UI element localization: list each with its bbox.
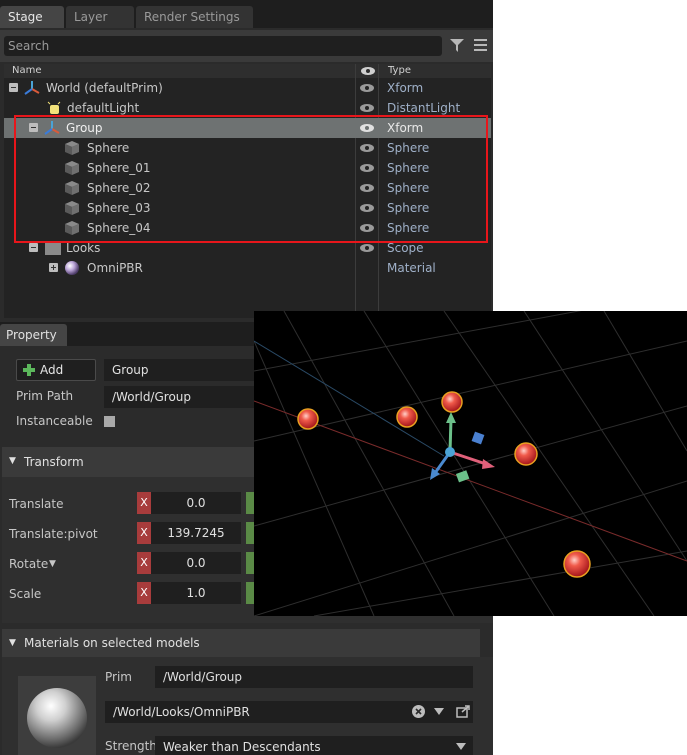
material-preview-thumbnail: [18, 676, 96, 755]
name-column-header[interactable]: Name: [12, 65, 42, 76]
viewport-scene: [253, 290, 687, 617]
tree-item-label: OmniPBR: [87, 261, 143, 275]
x-axis-badge: X: [137, 522, 151, 544]
transform-gizmo[interactable]: [430, 412, 495, 483]
folder-icon: [45, 241, 61, 255]
sphere[interactable]: [396, 406, 418, 428]
material-sphere-icon: [65, 261, 79, 275]
translate-pivot-label: Translate:pivot: [9, 527, 98, 541]
visibility-column-eye-icon[interactable]: [361, 67, 375, 75]
eye-icon[interactable]: [360, 244, 374, 252]
x-axis-badge: X: [137, 582, 151, 604]
rotate-x-field[interactable]: 0.0: [151, 552, 241, 574]
tab-layer[interactable]: Layer: [66, 6, 134, 28]
translate-pivot-x-field[interactable]: 139.7245: [151, 522, 241, 544]
tab-bar: Stage Layer Render Settings: [0, 0, 493, 28]
tab-property[interactable]: Property: [0, 324, 67, 346]
expand-icon[interactable]: [49, 263, 58, 272]
materials-section-header[interactable]: ▼ Materials on selected models: [2, 629, 480, 657]
sphere[interactable]: [514, 442, 538, 466]
sphere[interactable]: [297, 408, 319, 430]
collapse-triangle-icon: ▼: [9, 638, 16, 648]
instanceable-label: Instanceable: [16, 414, 93, 428]
instanceable-checkbox[interactable]: [104, 416, 115, 427]
materials-title: Materials on selected models: [24, 636, 200, 650]
collapse-icon[interactable]: [29, 243, 38, 252]
scale-x-field[interactable]: 1.0: [151, 582, 241, 604]
tree-item-label: World (defaultPrim): [46, 81, 163, 95]
tab-stage[interactable]: Stage: [0, 6, 64, 28]
translate-x-field[interactable]: 0.0: [151, 492, 241, 514]
filter-icon[interactable]: [450, 39, 464, 52]
prim-path-label: Prim Path: [16, 389, 74, 403]
collapse-triangle-icon: ▼: [9, 456, 16, 466]
goto-material-icon[interactable]: [456, 705, 470, 718]
x-axis-line: [253, 400, 687, 562]
tree-row-omnipbr[interactable]: OmniPBR Material: [4, 258, 491, 278]
xform-axis-icon: [24, 81, 40, 95]
clear-icon[interactable]: [412, 705, 425, 718]
x-axis-badge: X: [137, 552, 151, 574]
strength-label: Strength: [105, 739, 157, 753]
tree-row-world[interactable]: World (defaultPrim) Xform: [4, 78, 491, 98]
tree-item-type: Xform: [387, 81, 424, 95]
eye-icon[interactable]: [360, 104, 374, 112]
plus-icon: [23, 364, 35, 376]
viewport[interactable]: [253, 290, 687, 617]
material-prim-field[interactable]: /World/Group: [155, 666, 473, 688]
menu-icon[interactable]: [474, 39, 487, 51]
z-axis-line: [253, 340, 445, 457]
transform-title: Transform: [24, 455, 84, 469]
x-axis-badge: X: [137, 492, 151, 514]
strength-dropdown[interactable]: Weaker than Descendants: [155, 736, 473, 755]
prim-label: Prim: [105, 670, 132, 684]
rotate-dropdown-icon[interactable]: ▼: [49, 559, 56, 569]
light-icon: [47, 101, 61, 114]
grid: [253, 290, 687, 617]
tree-header: Name Type: [4, 64, 491, 78]
translate-label: Translate: [9, 497, 64, 511]
chevron-down-icon[interactable]: [434, 708, 444, 715]
collapse-icon[interactable]: [9, 83, 18, 92]
material-preview-sphere-icon: [27, 688, 87, 748]
chevron-down-icon[interactable]: [456, 743, 466, 750]
search-row: Search: [0, 30, 493, 62]
tab-render-settings[interactable]: Render Settings: [136, 6, 253, 28]
rotate-label[interactable]: Rotate: [9, 557, 48, 571]
tree-item-type: Material: [387, 261, 436, 275]
scale-label: Scale: [9, 587, 42, 601]
selection-highlight-box: [14, 115, 488, 243]
eye-icon[interactable]: [360, 84, 374, 92]
sphere[interactable]: [441, 391, 463, 413]
sphere[interactable]: [563, 550, 591, 578]
type-column-header[interactable]: Type: [388, 65, 411, 76]
add-button[interactable]: Add: [16, 359, 96, 381]
search-input[interactable]: Search: [4, 36, 442, 56]
